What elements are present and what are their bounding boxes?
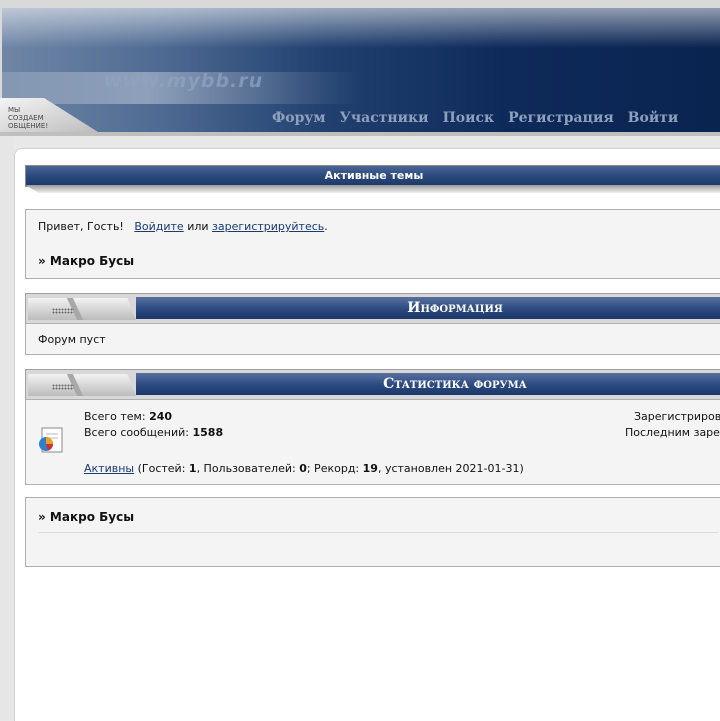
welcome-block: Привет, Гость! Войдите или зарегистрируй… bbox=[25, 209, 720, 279]
header-divider bbox=[0, 132, 720, 136]
stats-title: Статистика форума bbox=[383, 376, 527, 392]
total-topics: Всего тем: 240 bbox=[84, 410, 172, 423]
record-value: 19 bbox=[362, 462, 378, 475]
last-registered: Последним зарег bbox=[625, 426, 720, 439]
users-label: , Пользователей: bbox=[196, 462, 296, 475]
record-label: ; Рекорд: bbox=[306, 462, 360, 475]
total-posts-value: 1588 bbox=[192, 426, 224, 439]
nav-login[interactable]: Войти bbox=[628, 110, 679, 126]
site-url-logo: www.mybb.ru bbox=[104, 70, 264, 92]
login-link[interactable]: Войдите bbox=[134, 220, 183, 233]
nav-forum[interactable]: Форум bbox=[272, 110, 326, 126]
users-value: 0 bbox=[299, 462, 307, 475]
info-text: Форум пуст bbox=[38, 333, 106, 346]
nav-search[interactable]: Поиск bbox=[443, 110, 495, 126]
slogan-line: общение! bbox=[8, 122, 49, 130]
stats-chart-icon bbox=[39, 427, 63, 453]
greeting-text: Привет, Гость! bbox=[38, 220, 124, 233]
total-topics-label: Всего тем: bbox=[84, 410, 146, 423]
left-margin bbox=[0, 136, 14, 720]
total-topics-value: 240 bbox=[149, 410, 173, 423]
footer-divider bbox=[38, 532, 718, 533]
active-topics-bar[interactable]: Активные темы bbox=[25, 165, 720, 187]
guests-label: (Гостей: bbox=[137, 462, 186, 475]
main-nav: Форум Участники Поиск Регистрация Войти bbox=[272, 110, 678, 126]
register-link[interactable]: зарегистрируйтесь bbox=[212, 220, 324, 233]
greeting-line: Привет, Гость! Войдите или зарегистрируй… bbox=[38, 220, 328, 233]
footer-forum-name: » Макро Бусы bbox=[38, 510, 135, 524]
slogan-line: создаем bbox=[8, 114, 44, 122]
info-title: Информация bbox=[407, 300, 503, 316]
footer-forum-block: » Макро Бусы bbox=[25, 497, 720, 567]
slogan-line: мы bbox=[8, 106, 21, 114]
stats-header: Статистика форума bbox=[25, 369, 720, 401]
period-text: . bbox=[324, 220, 328, 233]
page-content: Активные темы Привет, Гость! Войдите или… bbox=[14, 148, 720, 721]
bar-shadow bbox=[25, 185, 720, 193]
site-header: www.mybb.ru мы создаем общение! Форум Уч… bbox=[0, 0, 720, 136]
forum-name: » Макро Бусы bbox=[38, 254, 135, 268]
online-link[interactable]: Активны bbox=[84, 462, 134, 475]
or-text: или bbox=[187, 220, 209, 233]
slogan: мы создаем общение! bbox=[8, 106, 48, 130]
active-topics-title: Активные темы bbox=[324, 169, 424, 182]
nav-register[interactable]: Регистрация bbox=[508, 110, 614, 126]
record-date: , установлен 2021-01-31) bbox=[377, 462, 524, 475]
online-line: Активны (Гостей: 1, Пользователей: 0; Ре… bbox=[84, 462, 524, 475]
info-header: Информация bbox=[25, 293, 720, 325]
total-posts: Всего сообщений: 1588 bbox=[84, 426, 223, 439]
guests-value: 1 bbox=[188, 462, 197, 475]
info-block: Форум пуст bbox=[25, 323, 720, 355]
total-posts-label: Всего сообщений: bbox=[84, 426, 189, 439]
stats-block: Всего тем: 240 Всего сообщений: 1588 Зар… bbox=[25, 399, 720, 485]
registered-count: Зарегистриров bbox=[634, 410, 720, 423]
nav-members[interactable]: Участники bbox=[340, 110, 429, 126]
